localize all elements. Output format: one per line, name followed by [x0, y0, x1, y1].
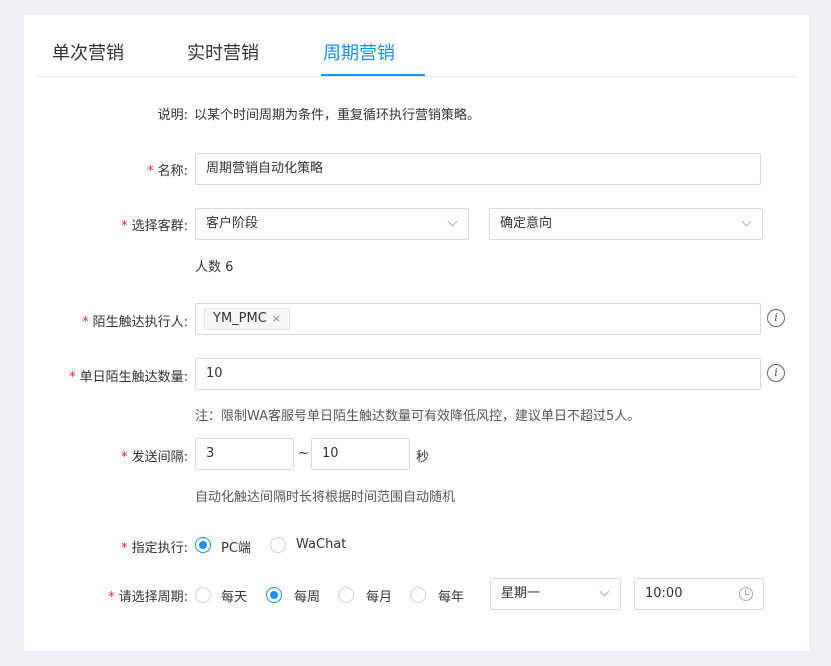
execute-on-label: * 指定执行: — [121, 541, 188, 556]
strategy-form-card: 单次营销 实时营销 周期营销 说明: 以某个时间周期为条件，重复循环执行营销策略… — [24, 15, 809, 651]
interval-max-input[interactable]: 10 — [311, 438, 410, 470]
interval-label: * 发送间隔: — [121, 450, 188, 465]
required-mark: * — [121, 541, 128, 556]
name-input[interactable]: 周期营销自动化策略 — [195, 153, 761, 185]
customer-group-label: * 选择客群: — [121, 219, 188, 234]
info-circle-icon[interactable]: i — [767, 309, 785, 327]
required-mark: * — [121, 450, 128, 465]
daily-count-input[interactable]: 10 — [195, 358, 761, 390]
radio-yearly[interactable] — [410, 587, 426, 603]
info-circle-icon[interactable]: i — [767, 364, 785, 382]
time-picker[interactable]: 10:00 — [634, 578, 764, 610]
executor-tag-label: YM_PMC — [213, 311, 267, 326]
required-mark: * — [82, 315, 89, 330]
radio-wachat-label[interactable]: WaChat — [296, 537, 346, 552]
interval-min-input[interactable]: 3 — [195, 438, 294, 470]
customer-stage-select[interactable]: 客户阶段 — [195, 208, 469, 240]
radio-pc-label[interactable]: PC端 — [221, 537, 251, 556]
interval-unit: 秒 — [416, 450, 430, 465]
chevron-down-icon — [447, 216, 458, 227]
active-tab-indicator — [321, 74, 425, 76]
clock-icon — [739, 587, 753, 601]
name-input-value: 周期营销自动化策略 — [206, 161, 324, 176]
radio-yearly-label[interactable]: 每年 — [438, 586, 464, 605]
executor-tag: YM_PMC × — [204, 308, 291, 330]
radio-monthly[interactable] — [338, 587, 354, 603]
intent-select[interactable]: 确定意向 — [489, 208, 763, 240]
marketing-tabs: 单次营销 实时营销 周期营销 — [37, 15, 797, 77]
description-text: 以某个时间周期为条件，重复循环执行营销策略。 — [194, 108, 481, 123]
radio-daily[interactable] — [195, 587, 211, 603]
required-mark: * — [147, 164, 154, 179]
radio-monthly-label[interactable]: 每月 — [366, 586, 392, 605]
required-mark: * — [69, 370, 76, 385]
radio-pc[interactable] — [195, 537, 211, 553]
daily-count-label: * 单日陌生触达数量: — [69, 370, 188, 385]
radio-wachat[interactable] — [270, 537, 286, 553]
interval-min-value: 3 — [206, 446, 215, 461]
radio-weekly[interactable] — [266, 587, 282, 603]
interval-separator: ~ — [298, 446, 309, 461]
name-label: * 名称: — [147, 164, 188, 179]
executor-select[interactable]: YM_PMC × — [195, 303, 761, 335]
daily-count-note: 注：限制WA客服号单日陌生触达数量可有效降低风控，建议单日不超过5人。 — [195, 409, 641, 424]
tab-realtime-marketing[interactable]: 实时营销 — [187, 39, 259, 65]
intent-value: 确定意向 — [500, 216, 553, 231]
period-label: * 请选择周期: — [108, 590, 188, 605]
interval-note: 自动化触达间隔时长将根据时间范围自动随机 — [195, 490, 456, 505]
daily-count-value: 10 — [206, 366, 223, 381]
close-icon[interactable]: × — [272, 312, 281, 325]
tab-periodic-marketing[interactable]: 周期营销 — [323, 39, 395, 65]
radio-daily-label[interactable]: 每天 — [221, 586, 247, 605]
radio-weekly-label[interactable]: 每周 — [294, 586, 320, 605]
tab-single-marketing[interactable]: 单次营销 — [52, 39, 124, 65]
weekday-value: 星期一 — [501, 586, 541, 601]
chevron-down-icon — [599, 586, 610, 597]
customer-stage-value: 客户阶段 — [206, 216, 259, 231]
chevron-down-icon — [741, 216, 752, 227]
required-mark: * — [121, 219, 128, 234]
weekday-select[interactable]: 星期一 — [490, 578, 621, 610]
description-label: 说明: — [157, 108, 188, 123]
interval-max-value: 10 — [322, 446, 339, 461]
executor-label: * 陌生触达执行人: — [82, 315, 188, 330]
customer-count: 人数 6 — [195, 260, 234, 275]
required-mark: * — [108, 590, 115, 605]
time-value: 10:00 — [645, 586, 683, 601]
